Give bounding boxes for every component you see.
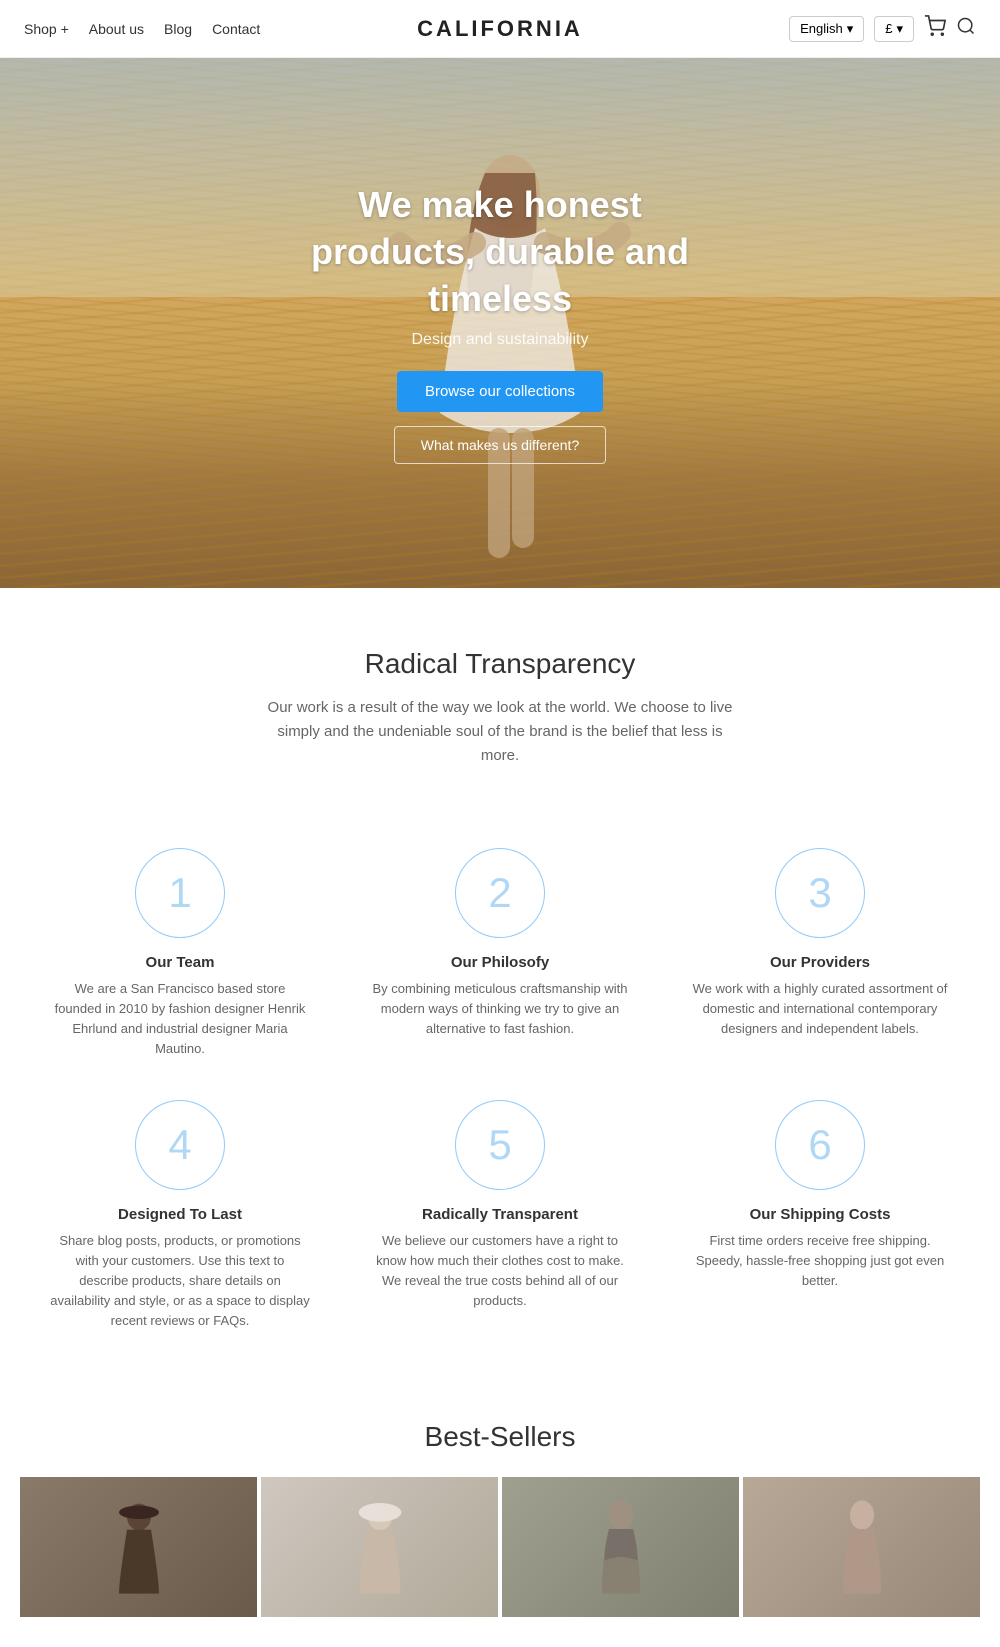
language-label: English	[800, 21, 843, 36]
feature-title-6: Our Shipping Costs	[690, 1206, 950, 1223]
navbar: Shop + About us Blog Contact CALIFORNIA …	[0, 0, 1000, 58]
product-card-4[interactable]	[743, 1477, 980, 1617]
bestsellers-section: Best-Sellers	[0, 1371, 1000, 1647]
cart-icon[interactable]	[924, 15, 946, 42]
currency-label: £	[885, 21, 892, 36]
product-image-1	[99, 1477, 179, 1617]
feature-title-2: Our Philosofy	[370, 954, 630, 971]
nav-contact[interactable]: Contact	[212, 21, 260, 37]
hero-subtitle: Design and sustainability	[290, 331, 710, 349]
chevron-down-icon: ▾	[847, 21, 854, 37]
hero-section: We make honest products, durable and tim…	[0, 58, 1000, 588]
feature-item-4: 4 Designed To Last Share blog posts, pro…	[20, 1080, 340, 1352]
language-selector[interactable]: English ▾	[789, 16, 864, 42]
hero-title: We make honest products, durable and tim…	[290, 182, 710, 322]
hero-content: We make honest products, durable and tim…	[290, 182, 710, 463]
feature-circle-3: 3	[775, 848, 865, 938]
browse-collections-button[interactable]: Browse our collections	[397, 371, 603, 412]
product-image-4	[822, 1477, 902, 1617]
nav-shop[interactable]: Shop +	[24, 21, 69, 37]
feature-body-2: By combining meticulous craftsmanship wi…	[370, 979, 630, 1039]
nav-left: Shop + About us Blog Contact	[24, 21, 260, 37]
feature-item-3: 3 Our Providers We work with a highly cu…	[660, 828, 980, 1080]
currency-selector[interactable]: £ ▾	[874, 16, 914, 42]
feature-title-4: Designed To Last	[50, 1206, 310, 1223]
feature-circle-4: 4	[135, 1100, 225, 1190]
search-icon[interactable]	[956, 16, 976, 41]
feature-circle-2: 2	[455, 848, 545, 938]
chevron-down-icon-currency: ▾	[896, 21, 903, 37]
feature-item-2: 2 Our Philosofy By combining meticulous …	[340, 828, 660, 1080]
product-card-2[interactable]	[261, 1477, 498, 1617]
feature-circle-5: 5	[455, 1100, 545, 1190]
transparency-body: Our work is a result of the way we look …	[260, 696, 740, 768]
feature-item-5: 5 Radically Transparent We believe our c…	[340, 1080, 660, 1352]
transparency-heading: Radical Transparency	[40, 648, 960, 680]
product-image-2	[340, 1477, 420, 1617]
hero-buttons: Browse our collections What makes us dif…	[290, 349, 710, 464]
feature-item-1: 1 Our Team We are a San Francisco based …	[20, 828, 340, 1080]
nav-right: English ▾ £ ▾	[789, 15, 976, 42]
feature-grid: 1 Our Team We are a San Francisco based …	[0, 788, 1000, 1371]
transparency-section: Radical Transparency Our work is a resul…	[0, 588, 1000, 788]
feature-item-6: 6 Our Shipping Costs First time orders r…	[660, 1080, 980, 1352]
feature-title-5: Radically Transparent	[370, 1206, 630, 1223]
feature-body-5: We believe our customers have a right to…	[370, 1231, 630, 1312]
product-card-1[interactable]	[20, 1477, 257, 1617]
product-image-3	[581, 1477, 661, 1617]
feature-circle-1: 1	[135, 848, 225, 938]
feature-body-4: Share blog posts, products, or promotion…	[50, 1231, 310, 1332]
feature-body-6: First time orders receive free shipping.…	[690, 1231, 950, 1291]
nav-about[interactable]: About us	[89, 21, 144, 37]
product-grid	[20, 1477, 980, 1617]
feature-title-1: Our Team	[50, 954, 310, 971]
feature-title-3: Our Providers	[690, 954, 950, 971]
what-makes-us-different-button[interactable]: What makes us different?	[394, 426, 606, 464]
feature-body-3: We work with a highly curated assortment…	[690, 979, 950, 1039]
nav-blog[interactable]: Blog	[164, 21, 192, 37]
feature-circle-6: 6	[775, 1100, 865, 1190]
feature-body-1: We are a San Francisco based store found…	[50, 979, 310, 1060]
product-card-3[interactable]	[502, 1477, 739, 1617]
bestsellers-heading: Best-Sellers	[20, 1421, 980, 1453]
brand-logo[interactable]: CALIFORNIA	[417, 16, 583, 42]
